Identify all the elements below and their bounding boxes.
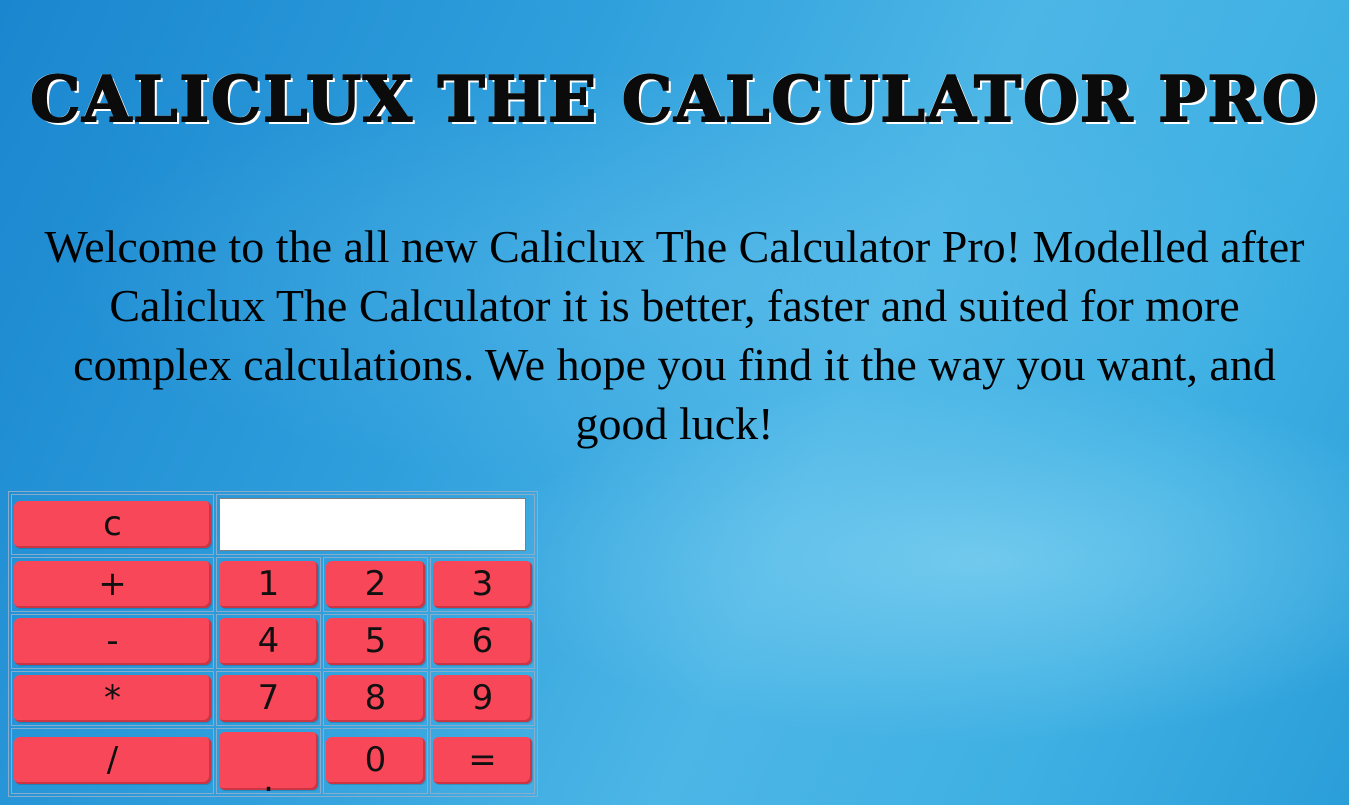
calculator-cell: 8 [323, 670, 428, 726]
calculator-cell: 0 [323, 727, 428, 794]
calculator-cell: 2 [323, 557, 428, 612]
minus-button[interactable]: - [14, 617, 211, 665]
equals-button[interactable]: = [433, 737, 532, 785]
digit-1-button[interactable]: 1 [219, 561, 318, 609]
calculator-row: + 1 2 3 [11, 557, 535, 612]
calculator: c + 1 2 3 - 4 5 6 * 7 8 9 / . 0 = [8, 491, 538, 800]
calculator-cell: . [216, 727, 321, 800]
digit-0-button[interactable]: 0 [326, 737, 425, 785]
calculator-cell: + [11, 557, 214, 612]
digit-8-button[interactable]: 8 [326, 674, 425, 722]
calculator-row: * 7 8 9 [11, 670, 535, 726]
plus-button[interactable]: + [14, 561, 211, 609]
digit-4-button[interactable]: 4 [219, 617, 318, 665]
calculator-cell: 5 [323, 613, 428, 669]
calculator-cell: 3 [430, 557, 535, 612]
divide-button[interactable]: / [14, 737, 211, 785]
digit-7-button[interactable]: 7 [219, 674, 318, 722]
calculator-cell: 9 [430, 670, 535, 726]
calculator-row: / . 0 = [11, 727, 535, 800]
page-title: CALICLUX THE CALCULATOR PRO [29, 61, 1319, 137]
calculator-cell: / [11, 727, 214, 794]
digit-3-button[interactable]: 3 [433, 561, 532, 609]
calculator-cell: * [11, 670, 214, 726]
calculator-cell [216, 494, 535, 556]
calculator-cell: c [11, 494, 214, 556]
calculator-cell: 4 [216, 613, 321, 669]
digit-5-button[interactable]: 5 [326, 617, 425, 665]
digit-6-button[interactable]: 6 [433, 617, 532, 665]
digit-2-button[interactable]: 2 [326, 561, 425, 609]
calculator-cell: = [430, 727, 535, 794]
calculator-row: c [11, 494, 535, 556]
clear-button[interactable]: c [14, 501, 211, 549]
calculator-row: - 4 5 6 [11, 613, 535, 669]
decimal-button[interactable]: . [219, 731, 318, 800]
multiply-button[interactable]: * [14, 674, 211, 722]
digit-9-button[interactable]: 9 [433, 674, 532, 722]
calculator-display[interactable] [219, 498, 526, 552]
calculator-cell: 6 [430, 613, 535, 669]
calculator-cell: 1 [216, 557, 321, 612]
intro-paragraph: Welcome to the all new Caliclux The Calc… [44, 221, 1305, 449]
calculator-cell: - [11, 613, 214, 669]
calculator-cell: 7 [216, 670, 321, 726]
